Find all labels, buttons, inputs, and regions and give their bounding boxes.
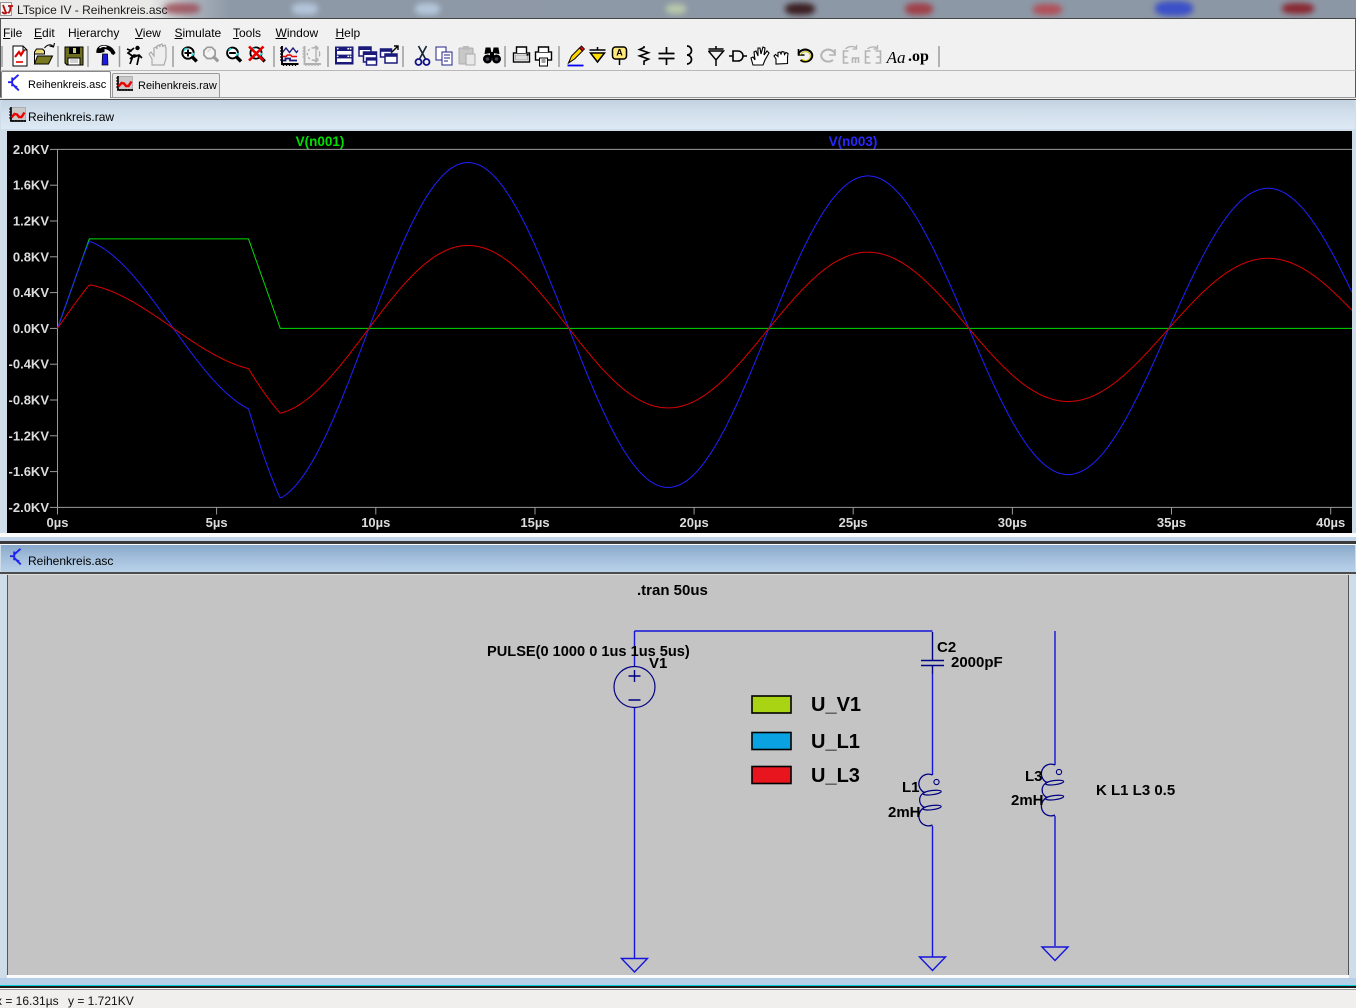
svg-text:.op: .op	[908, 48, 929, 65]
svg-text:0.4KV: 0.4KV	[13, 285, 49, 300]
svg-text:-0.4KV: -0.4KV	[9, 357, 50, 372]
svg-text:20µs: 20µs	[680, 515, 709, 530]
svg-text:35µs: 35µs	[1157, 515, 1186, 530]
svg-text:0.0KV: 0.0KV	[13, 321, 49, 336]
svg-text:2.0KV: 2.0KV	[13, 142, 49, 157]
svg-text:V(n003): V(n003)	[829, 134, 878, 149]
svg-text:1.2KV: 1.2KV	[13, 214, 49, 229]
svg-text:1.6KV: 1.6KV	[13, 178, 49, 193]
svg-text:30µs: 30µs	[998, 515, 1027, 530]
svg-text:15µs: 15µs	[520, 515, 549, 530]
svg-text:-1.2KV: -1.2KV	[9, 428, 50, 443]
svg-text:-2.0KV: -2.0KV	[9, 500, 50, 515]
svg-text:25µs: 25µs	[839, 515, 868, 530]
svg-text:A: A	[616, 48, 623, 58]
svg-text:V(n001): V(n001)	[296, 134, 345, 149]
svg-text:0.8KV: 0.8KV	[13, 249, 49, 264]
svg-text:Aa: Aa	[886, 48, 906, 67]
svg-text:-1.6KV: -1.6KV	[9, 464, 50, 479]
svg-text:-0.8KV: -0.8KV	[9, 393, 50, 408]
svg-text:40µs: 40µs	[1316, 515, 1345, 530]
svg-text:10µs: 10µs	[361, 515, 390, 530]
svg-text:0µs: 0µs	[47, 515, 69, 530]
svg-text:5µs: 5µs	[206, 515, 228, 530]
